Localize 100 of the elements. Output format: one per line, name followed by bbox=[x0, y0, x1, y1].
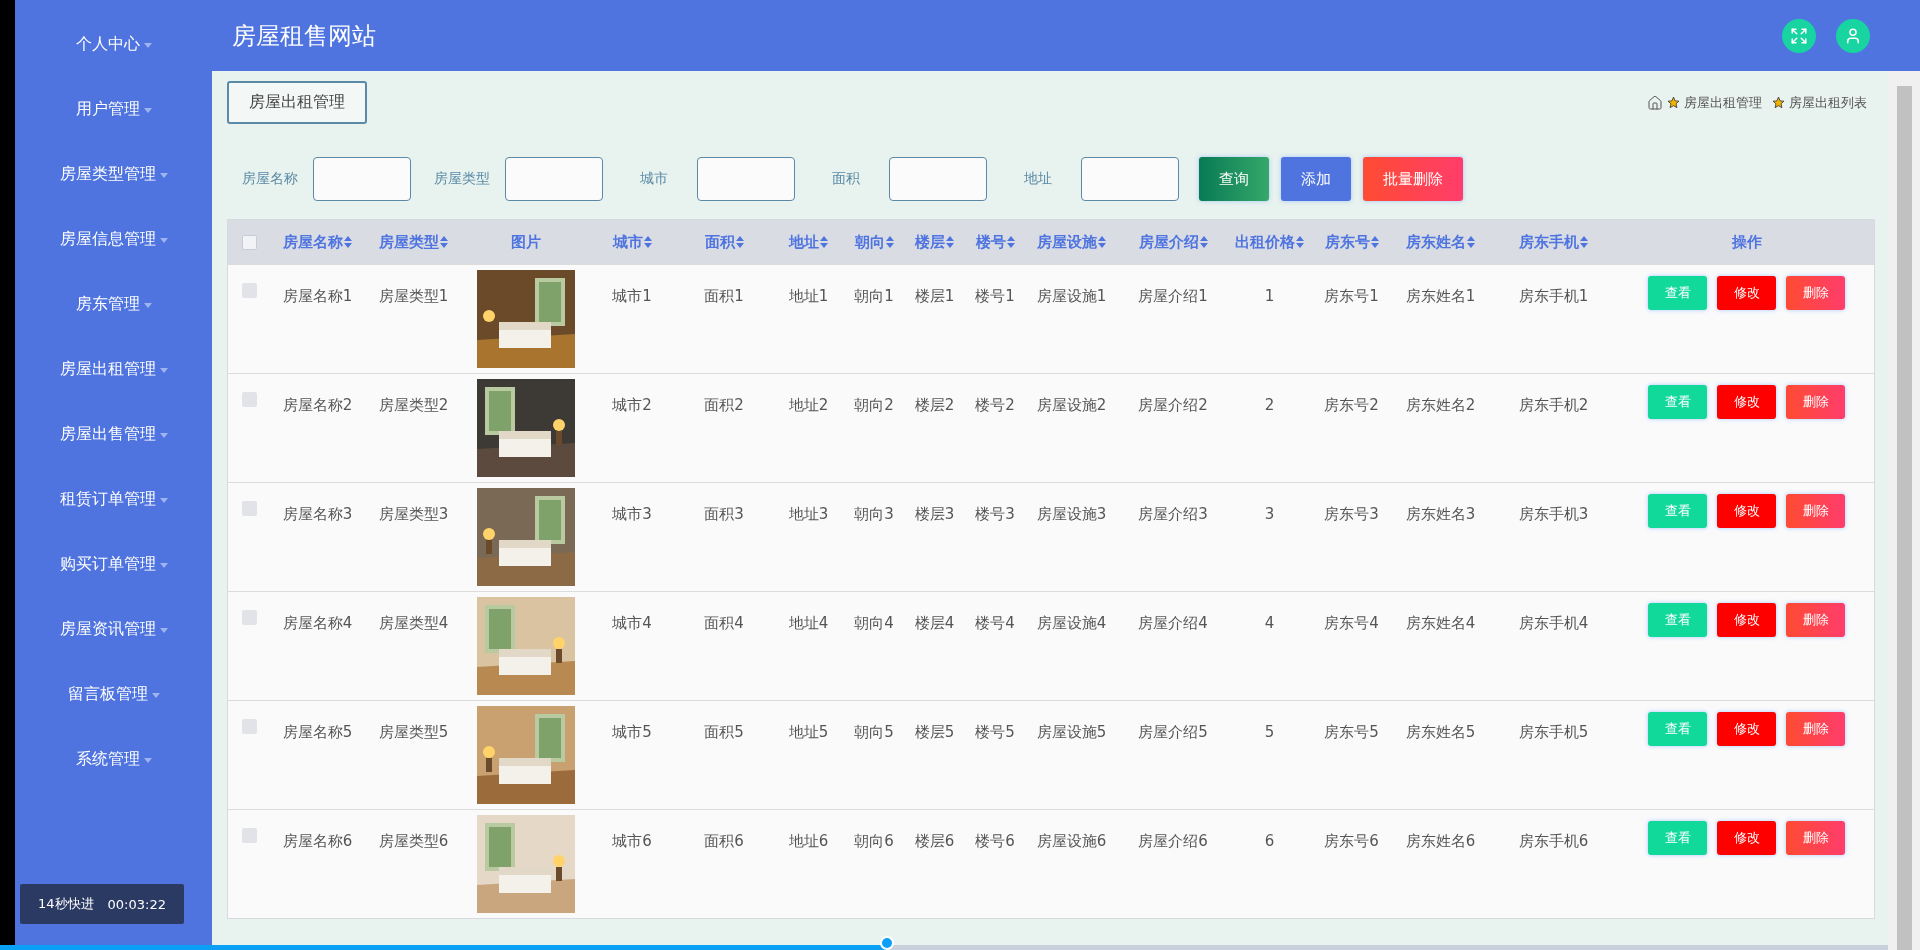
column-header[interactable]: 房东手机 bbox=[1519, 232, 1579, 252]
table-cell: 楼层1 bbox=[914, 287, 955, 305]
column-header[interactable]: 房东号 bbox=[1324, 232, 1370, 252]
edit-button[interactable]: 修改 bbox=[1717, 385, 1776, 419]
column-header[interactable]: 房屋名称 bbox=[283, 232, 343, 252]
column-header[interactable]: 房屋类型 bbox=[379, 232, 439, 252]
sort-icon[interactable] bbox=[1296, 236, 1304, 248]
sidebar-item[interactable]: 留言板管理 bbox=[15, 678, 212, 743]
delete-button[interactable]: 删除 bbox=[1786, 821, 1845, 855]
row-checkbox[interactable] bbox=[242, 828, 257, 843]
caret-icon bbox=[159, 433, 168, 438]
user-button[interactable] bbox=[1836, 18, 1870, 53]
view-button[interactable]: 查看 bbox=[1648, 821, 1707, 855]
sidebar-item[interactable]: 房屋出租管理 bbox=[15, 353, 212, 418]
column-header[interactable]: 面积 bbox=[704, 232, 735, 252]
search-field[interactable] bbox=[889, 157, 987, 201]
fast-forward-label: 14秒快进 bbox=[38, 895, 94, 913]
search-button[interactable]: 查询 bbox=[1199, 157, 1269, 201]
table-cell: 面积3 bbox=[704, 505, 744, 523]
search-field[interactable] bbox=[505, 157, 603, 201]
view-button[interactable]: 查看 bbox=[1648, 712, 1707, 746]
sidebar-item[interactable]: 购买订单管理 bbox=[15, 548, 212, 613]
scrollbar[interactable] bbox=[1888, 71, 1920, 950]
edit-button[interactable]: 修改 bbox=[1717, 712, 1776, 746]
select-all-checkbox[interactable] bbox=[242, 234, 257, 250]
edit-button[interactable]: 修改 bbox=[1717, 603, 1776, 637]
edit-button[interactable]: 修改 bbox=[1717, 276, 1776, 310]
sort-icon[interactable] bbox=[1098, 236, 1106, 248]
view-button[interactable]: 查看 bbox=[1648, 276, 1707, 310]
sidebar-item[interactable]: 用户管理 bbox=[15, 93, 212, 158]
column-header[interactable]: 楼号 bbox=[975, 232, 1006, 252]
search-field[interactable] bbox=[697, 157, 795, 201]
delete-button[interactable]: 删除 bbox=[1786, 385, 1845, 419]
sort-icon[interactable] bbox=[643, 236, 652, 248]
sort-icon[interactable] bbox=[1199, 236, 1208, 248]
delete-button[interactable]: 删除 bbox=[1786, 276, 1845, 310]
search-field[interactable] bbox=[313, 157, 411, 201]
sort-icon[interactable] bbox=[440, 236, 448, 248]
row-checkbox[interactable] bbox=[242, 283, 257, 298]
edit-button[interactable]: 修改 bbox=[1717, 494, 1776, 528]
sidebar-item[interactable]: 系统管理 bbox=[15, 743, 212, 808]
sort-icon[interactable] bbox=[1006, 236, 1015, 248]
delete-button[interactable]: 删除 bbox=[1786, 603, 1845, 637]
table-cell: 城市1 bbox=[612, 287, 652, 305]
row-checkbox[interactable] bbox=[242, 719, 257, 734]
table-cell: 房屋类型4 bbox=[378, 614, 449, 632]
sidebar-item[interactable]: 租赁订单管理 bbox=[15, 483, 212, 548]
column-header[interactable]: 城市 bbox=[612, 232, 643, 252]
sort-icon[interactable] bbox=[735, 236, 744, 248]
table-cell: 楼号6 bbox=[975, 832, 1015, 850]
column-header[interactable]: 房屋介绍 bbox=[1138, 232, 1199, 252]
column-header[interactable]: 地址 bbox=[789, 232, 819, 252]
breadcrumb-link[interactable]: 房屋出租管理 bbox=[1684, 93, 1762, 112]
batch-delete-button[interactable]: 批量删除 bbox=[1363, 157, 1463, 201]
page-tab[interactable]: 房屋出租管理 bbox=[227, 81, 367, 124]
add-button[interactable]: 添加 bbox=[1281, 157, 1351, 201]
home-icon[interactable] bbox=[1647, 94, 1663, 111]
fullscreen-button[interactable] bbox=[1782, 18, 1816, 53]
sort-icon[interactable] bbox=[820, 236, 828, 248]
sort-icon[interactable] bbox=[885, 236, 894, 248]
column-header[interactable]: 房屋设施 bbox=[1037, 232, 1097, 252]
star-icon bbox=[1667, 96, 1680, 109]
progress-bar[interactable] bbox=[0, 936, 1888, 950]
breadcrumb-link[interactable]: 房屋出租列表 bbox=[1789, 93, 1867, 112]
table-cell: 房屋类型1 bbox=[378, 287, 449, 305]
sidebar-item[interactable]: 房屋资讯管理 bbox=[15, 613, 212, 678]
sidebar-item[interactable]: 个人中心 bbox=[15, 28, 212, 93]
table-cell: 朝向5 bbox=[854, 723, 894, 741]
sort-icon[interactable] bbox=[1580, 236, 1588, 248]
sidebar-item[interactable]: 房屋出售管理 bbox=[15, 418, 212, 483]
delete-button[interactable]: 删除 bbox=[1786, 712, 1845, 746]
table-cell: 房屋介绍5 bbox=[1138, 723, 1208, 741]
table-cell: 楼层2 bbox=[914, 396, 955, 414]
view-button[interactable]: 查看 bbox=[1648, 603, 1707, 637]
row-checkbox[interactable] bbox=[242, 392, 257, 407]
column-header[interactable]: 出租价格 bbox=[1235, 232, 1295, 252]
view-button[interactable]: 查看 bbox=[1648, 494, 1707, 528]
table-cell: 房东手机5 bbox=[1518, 723, 1589, 741]
sort-icon[interactable] bbox=[344, 236, 352, 248]
sidebar-item[interactable]: 房东管理 bbox=[15, 288, 212, 353]
sidebar-item[interactable]: 房屋信息管理 bbox=[15, 223, 212, 288]
row-checkbox[interactable] bbox=[242, 501, 257, 516]
sort-icon[interactable] bbox=[1370, 236, 1379, 248]
caret-icon bbox=[159, 368, 168, 373]
sort-icon[interactable] bbox=[946, 236, 954, 248]
row-checkbox[interactable] bbox=[242, 610, 257, 625]
column-header[interactable]: 朝向 bbox=[854, 232, 885, 252]
column-header: 图片 bbox=[511, 232, 541, 252]
sidebar-item[interactable]: 房屋类型管理 bbox=[15, 158, 212, 223]
column-header[interactable]: 楼层 bbox=[915, 232, 945, 252]
table-cell: 朝向1 bbox=[854, 287, 894, 305]
edit-button[interactable]: 修改 bbox=[1717, 821, 1776, 855]
view-button[interactable]: 查看 bbox=[1648, 385, 1707, 419]
search-field[interactable] bbox=[1081, 157, 1179, 201]
table-cell: 房屋介绍1 bbox=[1138, 287, 1208, 305]
scrollbar-thumb[interactable] bbox=[1896, 86, 1912, 950]
column-header[interactable]: 房东姓名 bbox=[1406, 232, 1466, 252]
caret-icon bbox=[159, 563, 168, 568]
delete-button[interactable]: 删除 bbox=[1786, 494, 1845, 528]
sort-icon[interactable] bbox=[1467, 236, 1475, 248]
